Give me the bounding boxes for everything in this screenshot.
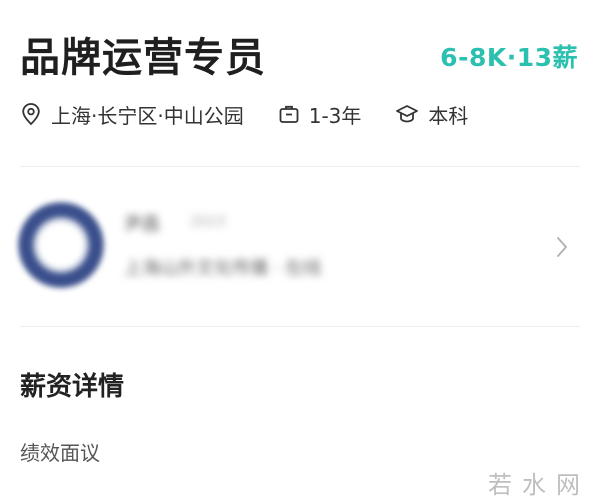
company-description: 上海山外文化传播 · 在线 <box>124 258 322 279</box>
salary-details-heading: 薪资详情 <box>20 372 125 402</box>
watermark: 若水网 <box>488 471 590 499</box>
company-card[interactable]: 尹昌 2023 上海山外文化传播 · 在线 <box>0 180 600 315</box>
education-meta: 本科 <box>395 100 468 129</box>
education-text: 本科 <box>428 103 469 128</box>
graduation-cap-icon <box>396 105 419 123</box>
briefcase-icon <box>279 105 299 123</box>
job-title: 品牌运营专员 <box>20 35 266 81</box>
location-meta[interactable]: 上海·长宁区·中山公园 <box>20 100 244 129</box>
job-meta-row: 上海·长宁区·中山公园 1-3年 本科 <box>20 96 502 132</box>
location-pin-icon <box>22 103 40 126</box>
experience-text: 1-3年 <box>308 103 362 128</box>
salary-details-body: 绩效面议 <box>20 441 100 465</box>
salary-range: 6-8K·13薪 <box>440 43 578 72</box>
chevron-right-icon[interactable] <box>552 232 572 262</box>
location-text: 上海·长宁区·中山公园 <box>51 103 244 128</box>
divider <box>20 326 580 327</box>
company-subtitle: 2023 <box>190 214 226 230</box>
divider <box>20 166 580 167</box>
company-logo <box>18 202 104 288</box>
company-name: 尹昌 <box>124 214 160 235</box>
job-detail-page: 品牌运营专员 6-8K·13薪 上海·长宁区·中山公园 1-3年 本科 尹昌 2… <box>0 0 600 503</box>
experience-meta: 1-3年 <box>278 100 362 129</box>
